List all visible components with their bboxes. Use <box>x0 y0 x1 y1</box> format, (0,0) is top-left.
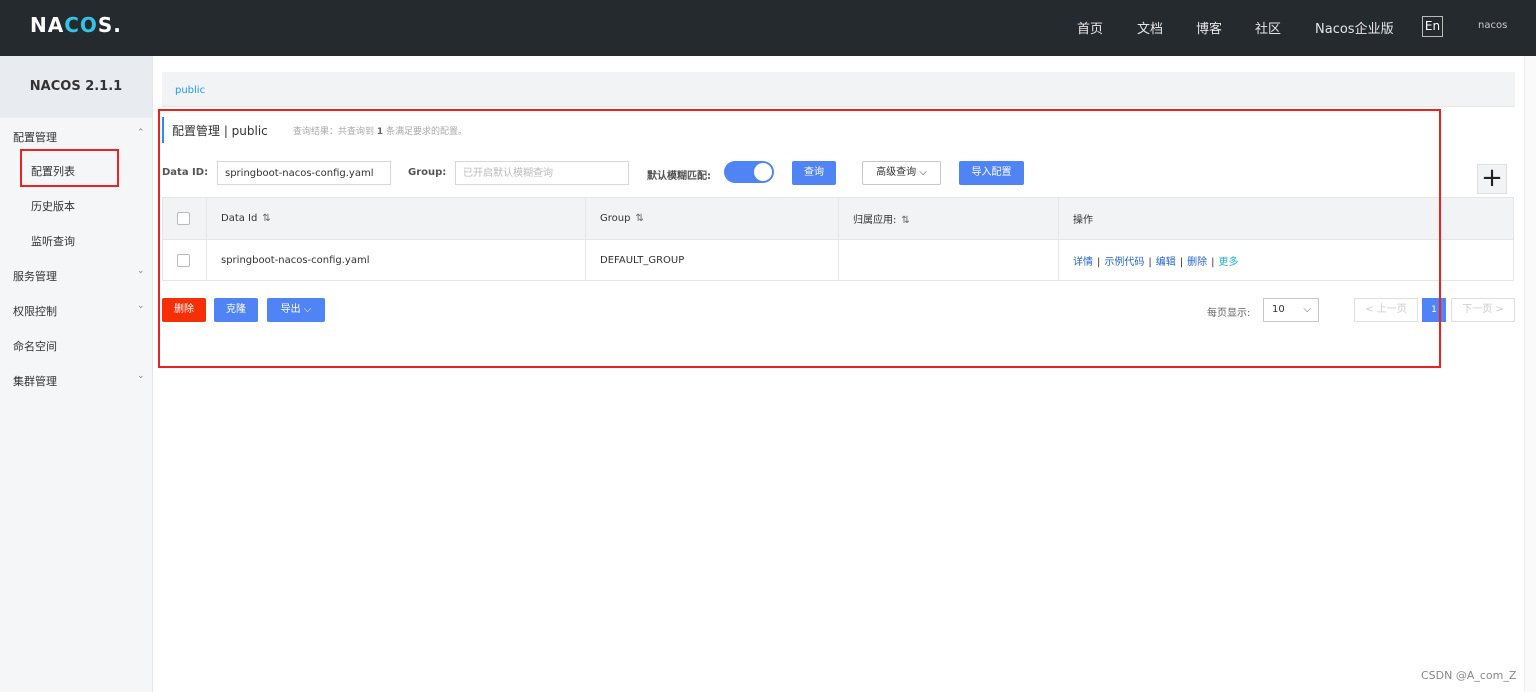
chevron-up-icon[interactable]: ⌃ <box>137 128 145 138</box>
sidebar-item-listener[interactable]: 监听查询 <box>31 233 75 249</box>
chevron-down-icon[interactable]: ⌄ <box>137 371 145 381</box>
namespace-public-link[interactable]: public <box>175 85 205 96</box>
annotation-box-sidebar <box>20 149 119 187</box>
chevron-down-icon[interactable]: ⌄ <box>137 266 145 276</box>
annotation-box-main <box>158 109 1441 368</box>
nav-home[interactable]: 首页 <box>1077 18 1103 37</box>
sidebar-item-service-mgmt[interactable]: 服务管理 <box>13 268 57 284</box>
plus-icon: + <box>1481 163 1503 193</box>
sidebar-item-cluster-mgmt[interactable]: 集群管理 <box>13 373 57 389</box>
namespace-bar: public <box>162 72 1515 107</box>
nacos-logo[interactable]: NACOS. <box>30 13 122 37</box>
nav-community[interactable]: 社区 <box>1255 18 1281 37</box>
nav-docs[interactable]: 文档 <box>1137 18 1163 37</box>
nav-blog[interactable]: 博客 <box>1196 18 1222 37</box>
version-label: NACOS 2.1.1 <box>0 56 152 118</box>
sidebar-item-namespace[interactable]: 命名空间 <box>13 338 57 354</box>
sidebar-item-auth-ctrl[interactable]: 权限控制 <box>13 303 57 319</box>
user-name[interactable]: nacos <box>1478 20 1507 31</box>
sidebar-item-history[interactable]: 历史版本 <box>31 198 75 214</box>
watermark: CSDN @A_com_Z <box>1421 669 1517 682</box>
add-config-button[interactable]: + <box>1477 164 1507 194</box>
language-toggle[interactable]: En <box>1422 16 1443 37</box>
next-page-button[interactable]: 下一页 > <box>1451 298 1515 322</box>
sidebar-item-config-mgmt[interactable]: 配置管理 <box>13 129 57 145</box>
top-navbar: NACOS. 首页 文档 博客 社区 Nacos企业版 En nacos <box>0 0 1536 56</box>
chevron-down-icon[interactable]: ⌄ <box>137 301 145 311</box>
scrollbar[interactable] <box>1524 56 1536 692</box>
nav-enterprise[interactable]: Nacos企业版 <box>1315 18 1394 37</box>
